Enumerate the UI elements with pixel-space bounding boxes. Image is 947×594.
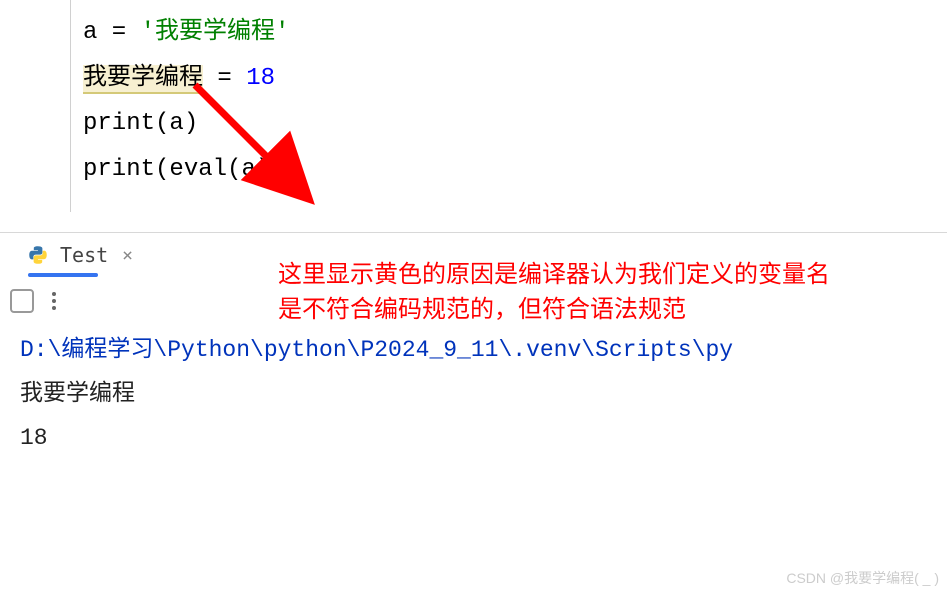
interpreter-path: D:\编程学习\Python\python\P2024_9_11\.venv\S… [20, 329, 927, 373]
code-line-2[interactable]: 我要学编程 = 18 [83, 56, 947, 102]
console-output[interactable]: D:\编程学习\Python\python\P2024_9_11\.venv\S… [0, 321, 947, 468]
number-literal: 18 [246, 65, 275, 92]
stop-button[interactable] [10, 289, 34, 313]
output-line-1: 我要学编程 [20, 373, 927, 417]
eval-call: eval [169, 156, 227, 183]
python-icon [28, 245, 48, 265]
print-call: print [83, 110, 155, 137]
assign-op: = [97, 19, 140, 46]
variable-a: a [83, 19, 97, 46]
code-line-4[interactable]: print(eval(a)) [83, 147, 947, 193]
code-editor[interactable]: a = '我要学编程' 我要学编程 = 18 print(a) print(ev… [70, 0, 947, 212]
tab-close-icon[interactable]: × [122, 245, 133, 266]
arg-a: a [169, 110, 183, 137]
assign-op: = [203, 65, 246, 92]
red-annotation-text: 这里显示黄色的原因是编译器认为我们定义的变量名是不符合编码规范的，但符合语法规范 [278, 258, 838, 328]
code-line-3[interactable]: print(a) [83, 101, 947, 147]
highlighted-variable: 我要学编程 [83, 65, 203, 94]
string-literal: '我要学编程' [141, 19, 290, 46]
csdn-watermark: CSDN @我要学编程( _ ) [786, 568, 939, 588]
code-line-1[interactable]: a = '我要学编程' [83, 10, 947, 56]
output-line-2: 18 [20, 417, 927, 461]
arg-a: a [241, 156, 255, 183]
more-actions-icon[interactable] [52, 292, 56, 310]
print-call: print [83, 156, 155, 183]
tab-test-label[interactable]: Test [60, 243, 108, 267]
